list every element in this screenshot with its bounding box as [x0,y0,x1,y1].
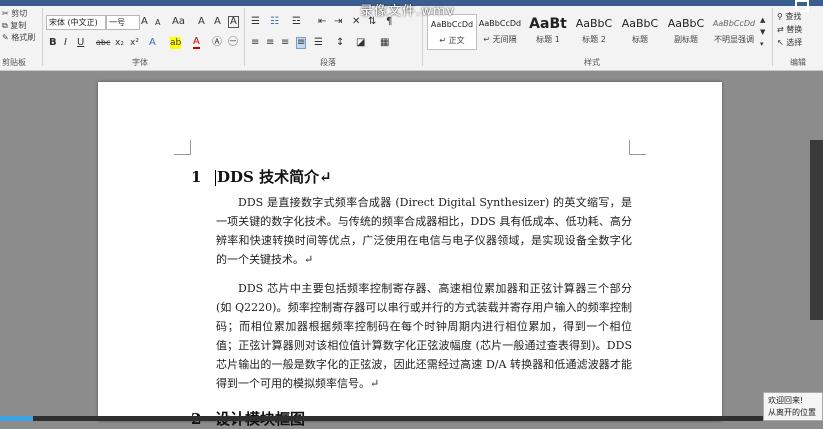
change-case-icon[interactable]: Aa [172,16,185,28]
video-filename-overlay: 录像文件.wmv [360,4,456,19]
style-sample: AaBt [529,16,567,32]
document-page[interactable]: 1 DDS 技术简介↵ DDS 是直接数字式频率合成器 (Direct Digit… [98,82,722,428]
text-cursor [215,170,216,186]
phonetic-guide-icon[interactable]: A [214,16,221,28]
toast-body: 从离开的位置 [768,408,816,417]
styles-scroll-up-icon[interactable]: ▲ [760,14,765,26]
group-separator [244,8,245,66]
replace-icon: ⇄ [777,25,784,34]
cursor-icon: ↖ [777,38,784,47]
format-painter-button[interactable]: ✎ 格式刷 [0,32,40,44]
paragraph-group-label: 段落 [320,58,336,67]
clear-format-icon[interactable]: A [198,16,205,28]
style-heading-2[interactable]: AaBbC 标题 2 [570,14,618,48]
borders-icon[interactable]: ▦ [380,37,389,49]
toast-title: 欢迎回来! [768,396,804,405]
select-button[interactable]: ↖ 选择 [777,36,802,49]
video-progress-fill [0,416,33,421]
styles-more-icon[interactable]: ▾ [760,38,764,50]
bold-button[interactable]: B [49,37,57,49]
style-name: 标题 1 [536,35,560,44]
style-no-spacing[interactable]: AaBbCcDd ↵ 无间隔 [476,14,524,48]
multilevel-list-icon[interactable]: ☲ [292,16,301,28]
ribbon: ✂ 剪切 ⧉ 复制 ✎ 格式刷 剪贴板 宋体 (中文正) 一号 A A Aa A… [0,0,823,71]
style-sample: AaBbC [575,17,613,30]
distributed-icon[interactable]: ☰ [314,37,323,49]
margin-corner-top-right [629,140,646,155]
justify-icon[interactable]: ≡ [296,37,307,49]
scissors-icon: ✂ [2,9,9,18]
margin-corner-top-left [174,140,191,155]
replace-button[interactable]: ⇄ 替换 [777,23,802,36]
style-subtle-emphasis[interactable]: AaBbCcDd 不明显强调 [710,14,758,48]
heading-text: DDS 技术简介↵ [217,168,332,186]
numbering-icon[interactable]: ☷ [270,16,279,28]
align-center-icon[interactable]: ≡ [266,37,274,49]
text-effects-icon[interactable]: A [149,37,156,49]
shrink-font-icon[interactable]: A [155,17,160,29]
binoculars-icon: ⚲ [777,12,783,21]
style-name: ↵ 无间隔 [483,35,517,44]
shading-icon[interactable]: ◪ [356,37,365,49]
group-separator [42,8,43,66]
style-name: ↵ 正文 [439,36,465,45]
editing-group-label: 编辑 [790,58,806,67]
window-maximize-icon[interactable] [795,0,809,12]
char-border-icon[interactable]: A [228,16,239,28]
style-sample: AaBbCcDd [712,19,756,28]
bullets-icon[interactable]: ☰ [251,16,260,28]
group-separator [772,8,773,66]
line-spacing-icon[interactable]: ↕ [336,37,344,49]
enclosed-char-icon[interactable]: ㊀ [228,37,238,49]
highlight-color-icon[interactable]: ab [170,37,182,49]
increase-indent-icon[interactable]: ⇥ [334,16,342,28]
grow-font-icon[interactable]: A [141,16,148,28]
welcome-back-toast[interactable]: 欢迎回来! 从离开的位置 [763,392,823,421]
align-right-icon[interactable]: ≡ [281,37,289,49]
copy-button[interactable]: ⧉ 复制 [0,20,40,32]
style-sample: AaBbC [621,17,659,30]
italic-button[interactable]: I [64,37,67,49]
strikethrough-button[interactable]: abc [96,37,110,49]
style-normal[interactable]: AaBbCcDd ↵ 正文 [427,14,477,50]
font-size-select[interactable]: 一号 [106,15,140,30]
clipboard-group: ✂ 剪切 ⧉ 复制 ✎ 格式刷 [0,8,40,44]
heading-1[interactable]: 1 DDS 技术简介↵ [191,166,332,187]
font-color-icon[interactable]: A [193,37,200,49]
copy-icon: ⧉ [2,21,8,30]
brush-icon: ✎ [2,33,9,42]
style-name: 副标题 [674,35,698,44]
heading-number: 1 [191,168,202,186]
clipboard-label: 剪贴板 [2,58,26,67]
style-sample: AaBbCcDd [478,19,522,28]
style-heading-1[interactable]: AaBt 标题 1 [524,14,572,48]
paragraph[interactable]: DDS 是直接数字式频率合成器 (Direct Digital Synthesi… [216,193,632,269]
style-subtitle[interactable]: AaBbC 副标题 [662,14,710,48]
superscript-button[interactable]: x² [130,37,139,49]
character-shading-icon[interactable]: Ⓐ [212,37,222,49]
styles-scroll-down-icon[interactable]: ▼ [760,26,765,38]
paragraph[interactable]: DDS 芯片中主要包括频率控制寄存器、高速相位累加器和正弦计算器三个部分 (如 … [216,279,632,393]
vertical-scrollbar[interactable] [810,140,823,320]
editing-group: ⚲ 查找 ⇄ 替换 ↖ 选择 [777,10,802,49]
video-progress-bar[interactable] [0,416,823,421]
subscript-button[interactable]: x₂ [115,37,124,49]
styles-group-label: 样式 [584,58,600,67]
font-name-select[interactable]: 宋体 (中文正) [46,15,106,30]
cut-button[interactable]: ✂ 剪切 [0,8,40,20]
style-name: 标题 [632,35,648,44]
style-name: 标题 2 [582,35,606,44]
style-name: 不明显强调 [714,35,754,44]
style-sample: AaBbC [667,17,705,30]
style-title[interactable]: AaBbC 标题 [616,14,664,48]
underline-button[interactable]: U [77,37,84,49]
font-group-label: 字体 [132,58,148,67]
decrease-indent-icon[interactable]: ⇤ [318,16,326,28]
align-left-icon[interactable]: ≡ [251,37,259,49]
